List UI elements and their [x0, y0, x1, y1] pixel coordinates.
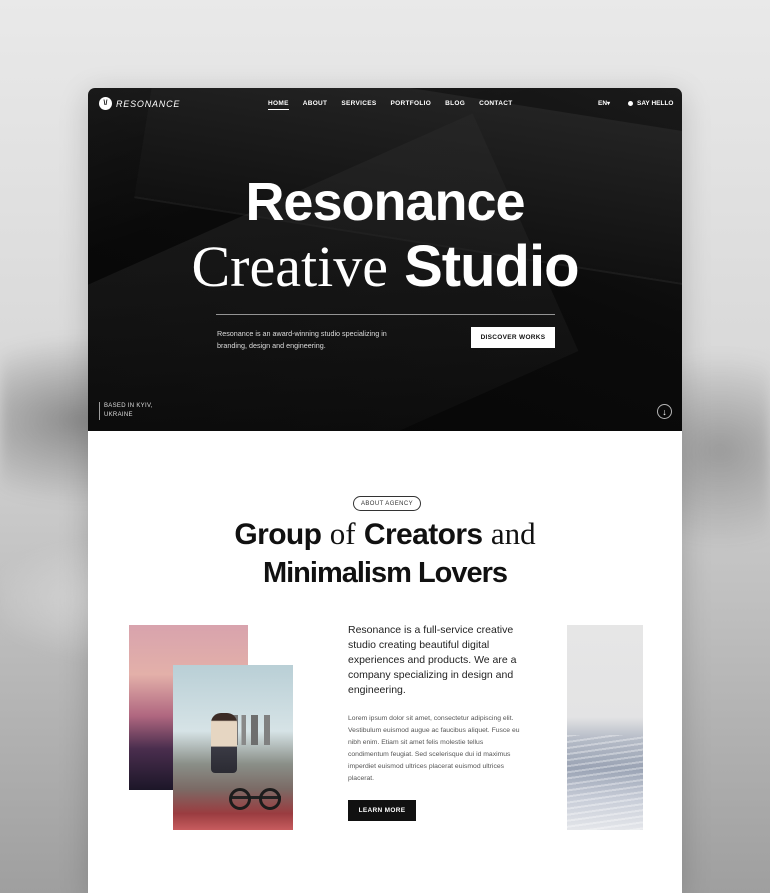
- logo[interactable]: \/ RESONANCE: [99, 97, 180, 110]
- hero-title-sans-word: Studio: [404, 234, 579, 299]
- language-label: EN: [598, 100, 608, 107]
- image-wheel: [229, 788, 251, 810]
- man-with-bike-image: [173, 665, 293, 830]
- hero-title-line1: Resonance: [245, 172, 525, 232]
- hero-title-line2: Creative Studio: [88, 238, 682, 296]
- image-person: [211, 713, 237, 773]
- heading-word-creators: Creators: [363, 518, 483, 551]
- nav-item-contact[interactable]: CONTACT: [479, 100, 512, 110]
- hero-divider: [216, 314, 555, 315]
- location-line1: BASED IN KYIV,: [104, 403, 153, 409]
- image-bicycle: [229, 765, 281, 810]
- about-heading-line2: Minimalism Lovers: [262, 557, 508, 589]
- nav-item-services[interactable]: SERVICES: [341, 100, 376, 110]
- location-line2: UKRAINE: [104, 412, 133, 418]
- nav-item-blog[interactable]: BLOG: [445, 100, 465, 110]
- discover-works-button[interactable]: DISCOVER WORKS: [471, 327, 555, 348]
- hero-title-serif-word: Creative: [191, 234, 388, 299]
- image-skyline: [233, 715, 293, 745]
- say-hello-label: SAY HELLO: [637, 100, 674, 107]
- about-lead-text: Resonance is a full-service creative stu…: [348, 624, 517, 696]
- nav-item-about[interactable]: ABOUT: [303, 100, 328, 110]
- chevron-down-icon: ▾: [607, 101, 611, 107]
- website-preview: \/ RESONANCE HOME ABOUT SERVICES PORTFOL…: [88, 88, 682, 893]
- nav-item-portfolio[interactable]: PORTFOLIO: [390, 100, 431, 110]
- logo-icon: \/: [99, 97, 112, 110]
- heading-word-of: of: [329, 516, 356, 551]
- main-menu: HOME ABOUT SERVICES PORTFOLIO BLOG CONTA…: [268, 100, 512, 110]
- hero-description: Resonance is an award-winning studio spe…: [217, 329, 387, 350]
- language-selector[interactable]: EN▾: [598, 100, 610, 107]
- image-wheel: [259, 788, 281, 810]
- arrow-down-icon[interactable]: ↓: [657, 404, 672, 419]
- nav-item-home[interactable]: HOME: [268, 100, 289, 110]
- sea-image: [567, 625, 643, 830]
- about-heading-line1: Group of Creators and: [88, 518, 682, 550]
- location-label: BASED IN KYIV, UKRAINE: [99, 402, 153, 420]
- learn-more-button[interactable]: LEARN MORE: [348, 800, 416, 821]
- logo-text: RESONANCE: [116, 98, 181, 109]
- about-badge: ABOUT AGENCY: [353, 496, 422, 511]
- top-nav: \/ RESONANCE HOME ABOUT SERVICES PORTFOL…: [88, 88, 682, 122]
- heading-word-and: and: [490, 516, 536, 551]
- dot-icon: [628, 101, 633, 106]
- hero-section: \/ RESONANCE HOME ABOUT SERVICES PORTFOL…: [88, 88, 682, 431]
- heading-word-group: Group: [234, 518, 322, 551]
- about-body-text: Lorem ipsum dolor sit amet, consectetur …: [348, 715, 520, 782]
- say-hello-link[interactable]: SAY HELLO: [628, 100, 673, 107]
